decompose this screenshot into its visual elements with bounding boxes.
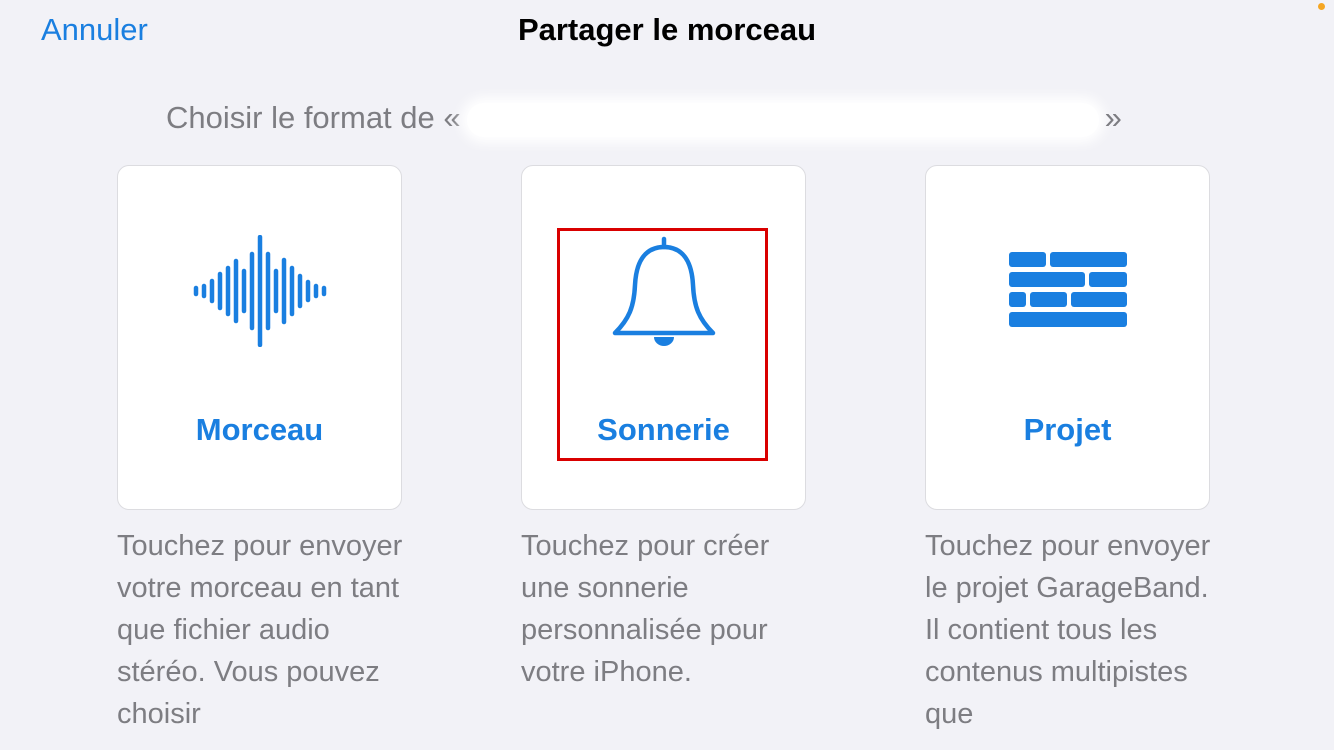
bell-icon [522, 226, 805, 356]
option-card-projet[interactable]: Projet [925, 165, 1210, 510]
waveform-icon [118, 226, 401, 356]
option-card-morceau[interactable]: Morceau [117, 165, 402, 510]
format-prompt-suffix: » [1104, 100, 1122, 135]
page-title: Partager le morceau [517, 12, 817, 47]
option-label-projet: Projet [1023, 412, 1112, 447]
option-description-sonnerie: Touchez pour créer une sonnerie personna… [521, 530, 770, 688]
format-prompt: Choisir le format de « » [166, 100, 1122, 137]
option-description-morceau: Touchez pour envoyer votre morceau en ta… [117, 530, 403, 730]
option-card-sonnerie[interactable]: Sonnerie [521, 165, 806, 510]
option-label-sonnerie: Sonnerie [597, 412, 730, 447]
status-indicator-dot [1318, 3, 1325, 10]
redacted-song-name [466, 102, 1099, 137]
bricks-icon [926, 226, 1209, 356]
format-prompt-prefix: Choisir le format de « [166, 100, 461, 135]
option-label-morceau: Morceau [195, 412, 324, 447]
option-description-projet: Touchez pour envoyer le projet GarageBan… [925, 530, 1211, 730]
